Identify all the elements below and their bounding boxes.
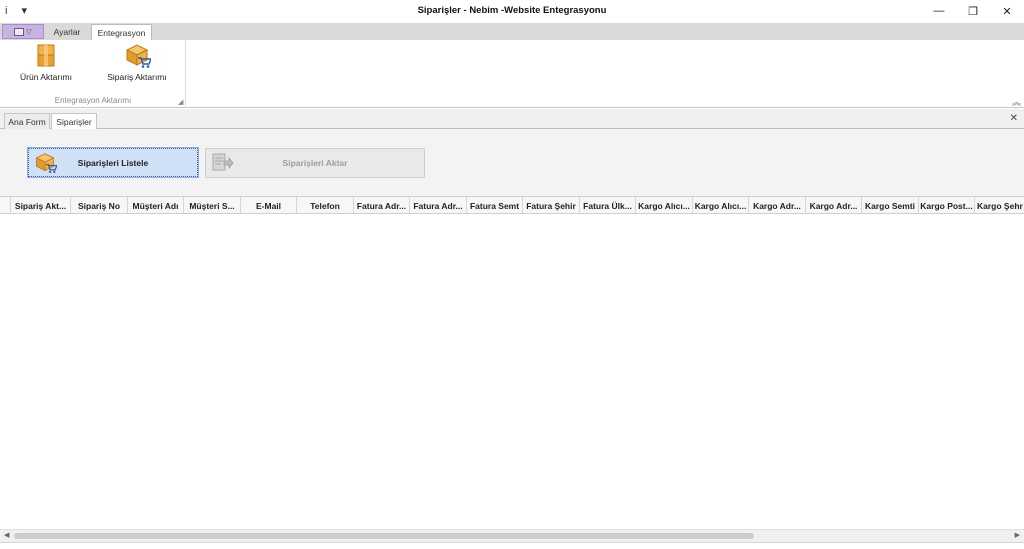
siparis-aktarimi-label: Sipariş Aktarımı xyxy=(107,72,167,82)
title-bar: i ▾ Siparişler - Nebim -Website Entegras… xyxy=(0,0,1024,23)
restore-button[interactable]: ❐ xyxy=(956,0,990,22)
column-header[interactable]: Sipariş Akt... xyxy=(11,197,71,213)
minimize-button[interactable]: — xyxy=(922,0,956,22)
window-title: Siparişler - Nebim -Website Entegrasyonu xyxy=(417,5,607,16)
dialog-launcher-icon[interactable]: ◢ xyxy=(178,98,183,106)
column-header[interactable]: Kargo Alıcı... xyxy=(693,197,749,213)
ribbon-tab-bar: ▽ Ayarlar Entegrasyon xyxy=(0,23,1024,40)
app-window: i ▾ Siparişler - Nebim -Website Entegras… xyxy=(0,0,1024,549)
urun-aktarimi-label: Ürün Aktarımı xyxy=(20,72,72,82)
status-strip xyxy=(0,542,1024,549)
orders-grid[interactable]: Sipariş Akt... Sipariş No Müşteri Adı Mü… xyxy=(0,196,1024,538)
column-header[interactable]: Sipariş No xyxy=(71,197,128,213)
ribbon-panel: Ürün Aktarımı Sipariş Aktarımı Entegrasy… xyxy=(0,40,1024,108)
ribbon-tab-ayarlar[interactable]: Ayarlar xyxy=(48,24,86,40)
siparis-aktarimi-button[interactable]: Sipariş Aktarımı xyxy=(100,43,174,82)
scrollbar-thumb[interactable] xyxy=(14,533,754,539)
box-stack-icon xyxy=(37,44,55,67)
scroll-left-icon[interactable]: ◀ xyxy=(4,531,9,539)
chevron-down-icon: ▽ xyxy=(26,28,32,36)
scroll-right-icon[interactable]: ▶ xyxy=(1015,531,1020,539)
column-header[interactable]: Kargo Semti xyxy=(862,197,919,213)
box-cart-icon xyxy=(35,153,57,173)
tab-siparisler[interactable]: Siparişler xyxy=(51,113,97,129)
urun-aktarimi-button[interactable]: Ürün Aktarımı xyxy=(14,43,78,82)
siparisler-page: Siparişleri Listele Siparişleri Aktar Si… xyxy=(0,129,1024,549)
siparisleri-aktar-button[interactable]: Siparişleri Aktar xyxy=(205,148,425,178)
close-button[interactable]: ✕ xyxy=(990,0,1024,22)
column-header[interactable]: Kargo Şehr xyxy=(975,197,1024,213)
tab-ana-form[interactable]: Ana Form xyxy=(4,113,50,129)
grid-header: Sipariş Akt... Sipariş No Müşteri Adı Mü… xyxy=(0,197,1024,214)
application-menu-button[interactable]: ▽ xyxy=(2,24,44,39)
column-header[interactable]: Fatura Adr... xyxy=(410,197,467,213)
action-bar: Siparişleri Listele Siparişleri Aktar xyxy=(0,129,1024,196)
row-indicator-header xyxy=(0,197,11,213)
ribbon-tab-entegrasyon[interactable]: Entegrasyon xyxy=(91,24,152,40)
collapse-ribbon-icon[interactable]: ︽ xyxy=(1012,95,1021,108)
siparisleri-listele-button[interactable]: Siparişleri Listele xyxy=(27,147,199,178)
ribbon-group-label: Entegrasyon Aktarımı xyxy=(54,96,132,105)
column-header[interactable]: Kargo Alıcı... xyxy=(636,197,693,213)
column-header[interactable]: Fatura Şehir xyxy=(523,197,580,213)
column-header[interactable]: Müşteri Adı xyxy=(128,197,184,213)
ribbon-group-entegrasyon-aktarimi: Ürün Aktarımı Sipariş Aktarımı Entegrasy… xyxy=(0,40,186,108)
document-transfer-icon xyxy=(212,153,234,171)
column-header[interactable]: Kargo Adr... xyxy=(749,197,806,213)
column-header[interactable]: Kargo Adr... xyxy=(806,197,862,213)
column-header[interactable]: Kargo Post... xyxy=(919,197,975,213)
box-cart-icon xyxy=(125,44,151,68)
column-header[interactable]: Fatura Ülk... xyxy=(580,197,636,213)
column-header[interactable]: Müşteri S... xyxy=(184,197,241,213)
document-tab-bar: Ana Form Siparişler ✕ xyxy=(0,109,1024,129)
column-header[interactable]: Telefon xyxy=(297,197,354,213)
column-header[interactable]: Fatura Adr... xyxy=(354,197,410,213)
column-header[interactable]: E-Mail xyxy=(241,197,297,213)
siparisleri-aktar-label: Siparişleri Aktar xyxy=(282,158,348,168)
horizontal-scrollbar[interactable]: ◀ ▶ xyxy=(0,529,1024,542)
app-menu-icon xyxy=(14,27,25,36)
window-controls: — ❐ ✕ xyxy=(922,0,1024,22)
column-header[interactable]: Fatura Semt xyxy=(467,197,523,213)
close-tab-icon[interactable]: ✕ xyxy=(1010,113,1018,124)
